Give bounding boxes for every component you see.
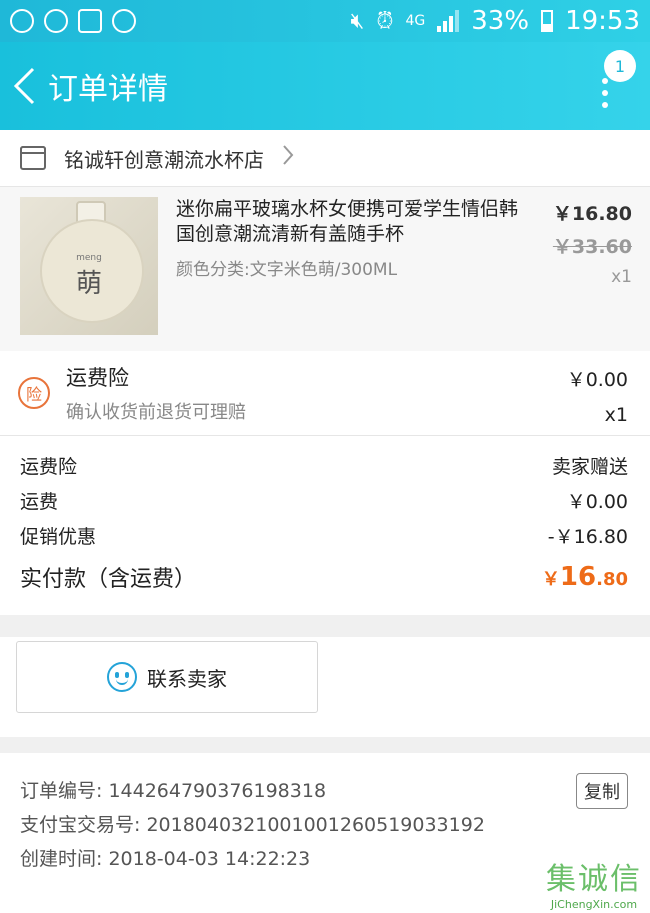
- summary-value: 卖家赠送: [551, 456, 628, 478]
- summary-row: 运费 ￥0.00: [20, 483, 628, 518]
- summary-label: 运费: [20, 491, 59, 513]
- mute-icon: 🔇︎: [350, 8, 365, 34]
- shop-row[interactable]: 铭诚轩创意潮流水杯店: [0, 130, 650, 187]
- alipay-transaction-number: 支付宝交易号: 2018040321001001260519033192: [20, 813, 485, 836]
- insurance-subtitle: 确认收货前退货可理赔: [66, 402, 246, 423]
- shipping-insurance-row: 险 运费险 确认收货前退货可理赔 ￥0.00 x1: [0, 351, 650, 436]
- total-integer: 16: [559, 562, 597, 592]
- summary-row: 运费险 卖家赠送: [20, 448, 628, 483]
- runner-icon: [78, 9, 102, 33]
- product-price: ￥16.80: [552, 203, 632, 225]
- store-icon: [20, 146, 46, 170]
- chevron-right-icon: [282, 143, 294, 173]
- alarm-icon: ⏰︎: [376, 8, 394, 34]
- app-icon: [44, 9, 68, 33]
- insurance-price-block: ￥0.00 x1: [567, 365, 628, 426]
- chevron-left-icon: [13, 67, 35, 105]
- battery-percent: 33%: [471, 6, 530, 36]
- contact-section: 联系卖家: [0, 637, 650, 737]
- created-time: 创建时间: 2018-04-03 14:22:23: [20, 847, 311, 870]
- summary-label: 运费险: [20, 456, 78, 478]
- product-image[interactable]: meng 萌: [20, 197, 158, 335]
- status-bar: 🔇︎ ⏰︎ 4G 33% 19:53: [0, 0, 650, 42]
- insurance-quantity: x1: [604, 404, 628, 426]
- product-price-block: ￥16.80 ￥33.60 x1: [553, 199, 632, 287]
- price-summary: 运费险 卖家赠送 运费 ￥0.00 促销优惠 -￥16.80 实付款（含运费） …: [0, 436, 650, 615]
- more-dot: [602, 90, 608, 96]
- total-decimal: .80: [596, 569, 628, 590]
- more-dot: [602, 102, 608, 108]
- app-header: 订单详情 1: [0, 42, 650, 130]
- order-info-section: 订单编号: 144264790376198318 支付宝交易号: 2018040…: [0, 753, 650, 913]
- clock: 19:53: [565, 6, 640, 36]
- watermark-logo: 集诚信: [546, 862, 642, 897]
- signal-icon: [437, 10, 460, 32]
- total-currency: ￥: [541, 569, 560, 590]
- contact-seller-button[interactable]: 联系卖家: [16, 641, 318, 713]
- add-circle-icon: [10, 9, 34, 33]
- image-label-big: 萌: [75, 269, 102, 299]
- insurance-icon: 险: [18, 377, 50, 409]
- message-badge[interactable]: 1: [604, 50, 636, 82]
- battery-icon: [541, 10, 554, 32]
- product-original-price: ￥33.60: [552, 236, 632, 258]
- product-item[interactable]: meng 萌 迷你扁平玻璃水杯女便携可爱学生情侣韩国创意潮流清新有盖随手杯 颜色…: [0, 187, 650, 351]
- summary-value: ￥0.00: [566, 491, 628, 513]
- product-variant: 颜色分类:文字米色萌/300ML: [176, 260, 398, 280]
- more-dots-icon: [602, 78, 608, 84]
- back-button[interactable]: [4, 42, 44, 130]
- total-amount: ￥16.80: [542, 562, 628, 592]
- order-items-card: 铭诚轩创意潮流水杯店 meng 萌 迷你扁平玻璃水杯女便携可爱学生情侣韩国创意潮…: [0, 130, 650, 615]
- total-label: 实付款（含运费）: [20, 567, 197, 592]
- chat-smile-icon: [107, 662, 137, 692]
- insurance-title: 运费险: [66, 366, 129, 390]
- insurance-price: ￥0.00: [566, 369, 628, 391]
- shop-name: 铭诚轩创意潮流水杯店: [64, 147, 264, 172]
- product-quantity: x1: [611, 267, 632, 287]
- qq-icon: [112, 9, 136, 33]
- watermark-url: JiChengXin.com: [550, 898, 638, 911]
- order-number: 订单编号: 144264790376198318: [20, 779, 327, 802]
- insurance-text: 运费险 确认收货前退货可理赔: [66, 362, 246, 424]
- total-row: 实付款（含运费） ￥16.80: [20, 557, 628, 597]
- product-name: 迷你扁平玻璃水杯女便携可爱学生情侣韩国创意潮流清新有盖随手杯: [176, 198, 519, 245]
- summary-row: 促销优惠 -￥16.80: [20, 518, 628, 553]
- page-title: 订单详情: [48, 72, 168, 107]
- summary-label: 促销优惠: [20, 526, 97, 548]
- network-type: 4G: [405, 13, 426, 29]
- summary-value: -￥16.80: [547, 526, 628, 548]
- copy-button[interactable]: 复制: [576, 773, 628, 809]
- status-system-icons: 🔇︎ ⏰︎ 4G 33% 19:53: [350, 6, 640, 36]
- contact-seller-label: 联系卖家: [147, 666, 227, 691]
- status-notification-icons: [10, 9, 136, 33]
- image-label-small: meng: [76, 253, 102, 263]
- product-info: 迷你扁平玻璃水杯女便携可爱学生情侣韩国创意潮流清新有盖随手杯 颜色分类:文字米色…: [176, 197, 526, 341]
